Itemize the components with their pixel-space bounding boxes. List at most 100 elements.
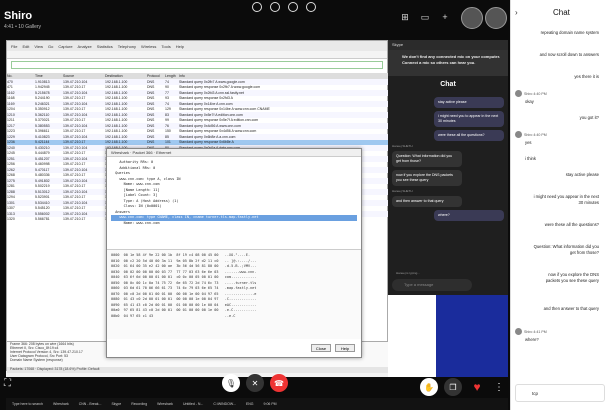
column-header[interactable]: No. (7, 74, 35, 78)
add-person-icon[interactable]: + (440, 12, 450, 22)
display-filter-input[interactable] (11, 61, 383, 69)
signal-icon[interactable] (306, 2, 316, 12)
menu-item-capture[interactable]: Capture (58, 44, 72, 49)
taskbar-item[interactable]: Type here to search (12, 402, 43, 406)
table-cell: 1281 (7, 184, 15, 189)
table-cell: 1313 (7, 211, 15, 216)
chat-message: repeating domain name system (540, 30, 599, 35)
menu-item-go[interactable]: Go (48, 44, 53, 49)
taskbar-item[interactable]: Wireshark (157, 402, 173, 406)
table-cell: 139.47.210.17 (63, 173, 86, 178)
table-cell: DNS (147, 101, 155, 106)
table-row[interactable]: 1204 5.350912 139.47.210.17 192.168.1.100 DN… (7, 107, 389, 113)
table-row[interactable]: 1223 5.396611 139.47.210.17 192.168.1.100 DN… (7, 129, 389, 135)
heart-icon[interactable]: ♥ (468, 378, 486, 396)
table-cell: 139.47.210.17 (63, 96, 86, 101)
packet-tree: Authority RRs: 0 Additional RRs: 0 Queri… (107, 157, 361, 249)
menu-item-file[interactable]: File (11, 44, 17, 49)
video-off-button[interactable]: ✕ (246, 374, 264, 392)
taskbar-item[interactable]: Recording (131, 402, 147, 406)
table-row[interactable]: 471 1.942945 139.47.210.17 192.168.1.100 DNS… (7, 85, 389, 91)
hex-line: 00b0 04 97 65 c1 43 ..e.C (111, 313, 236, 318)
table-row[interactable]: 1211 5.370021 139.47.210.17 192.168.1.100 DN… (7, 118, 389, 124)
table-row[interactable]: 1169 5.246321 139.47.210.104 192.168.1.100 D… (7, 101, 389, 107)
menu-item-wireless[interactable]: Wireless (141, 44, 156, 49)
table-cell: 1245 (7, 151, 15, 156)
taskbar-item[interactable]: 9:06 PM (264, 402, 277, 406)
column-header[interactable]: Info (179, 74, 389, 78)
taskbar-item[interactable]: ENG (246, 402, 254, 406)
table-cell: 1320 (7, 217, 15, 222)
table-cell: 5.545120 (35, 206, 50, 211)
menu-item-help[interactable]: Help (176, 44, 184, 49)
table-row[interactable]: 1229 5.410823 139.47.210.104 192.168.1.100 D… (7, 134, 389, 140)
record-icon[interactable] (270, 2, 280, 12)
column-header[interactable]: Time (35, 74, 63, 78)
column-header[interactable]: Length (165, 74, 179, 78)
message-sender: Shiro 4:41 PM (515, 328, 547, 335)
table-row[interactable]: 1217 5.380553 139.47.210.104 192.168.1.100 D… (7, 123, 389, 129)
table-cell: Standard query 0x6b8e A a.cnn.com (179, 134, 236, 139)
table-cell: 139.47.210.104 (63, 211, 88, 216)
table-cell: 192.168.1.100 (105, 129, 128, 134)
table-cell: 93 (165, 96, 169, 101)
copy-button[interactable]: ❐ (444, 378, 462, 396)
menu-item-edit[interactable]: Edit (22, 44, 29, 49)
taskbar-item[interactable]: C:\WINDOW... (213, 402, 236, 406)
table-cell: 192.168.1.100 (105, 85, 128, 90)
chat-icon[interactable]: ▭ (420, 12, 430, 22)
participant-avatar[interactable] (461, 7, 483, 29)
table-row[interactable]: 1210 5.362110 139.47.210.104 192.168.1.100 D… (7, 112, 389, 118)
packet-hex-dump: 0000 00 1e 58 4f 9e 22 00 1b 8f 19 c4 08… (107, 249, 361, 339)
table-cell: 5.491802 (35, 178, 50, 183)
close-chat-icon[interactable]: › (515, 8, 518, 17)
column-header[interactable]: Protocol (147, 74, 165, 78)
taskbar-item[interactable]: Skype (111, 402, 121, 406)
microphone-button[interactable]: 🎙 (222, 374, 240, 392)
table-cell: 1217 (7, 123, 15, 128)
table-row[interactable]: 1236 5.421144 139.47.210.17 192.168.1.100 DN… (7, 139, 389, 145)
menu-item-statistics[interactable]: Statistics (97, 44, 113, 49)
message-sender: Shiro 4:40 PM (515, 90, 547, 97)
table-cell: 90 (165, 85, 169, 90)
menu-item-telephony[interactable]: Telephony (118, 44, 136, 49)
table-cell: 139.47.210.17 (63, 206, 86, 211)
skype-message-input[interactable]: Type a message (392, 279, 472, 291)
table-cell: 192.168.1.100 (105, 112, 128, 117)
table-cell: 471 (7, 85, 13, 90)
table-cell: 139.47.210.104 (63, 101, 88, 106)
table-cell: 1168 (7, 96, 15, 101)
chat-input[interactable]: tcp (515, 384, 605, 402)
column-header[interactable]: Destination (105, 74, 147, 78)
table-row[interactable]: 470 1.910813 139.47.210.104 192.168.1.100 DN… (7, 79, 389, 85)
camera-icon[interactable] (288, 2, 298, 12)
table-cell: 5.244190 (35, 96, 50, 101)
menu-item-analyze[interactable]: Analyze (78, 44, 92, 49)
share-screen-button[interactable]: ✋ (420, 378, 438, 396)
menu-item-tools[interactable]: Tools (161, 44, 170, 49)
taskbar-item[interactable]: CNN - Break... (79, 402, 102, 406)
tree-line[interactable]: Name: www.cnn.com (111, 221, 357, 227)
table-row[interactable]: 1162 5.215678 139.47.210.104 192.168.1.100 D… (7, 90, 389, 96)
menu-item-view[interactable]: View (34, 44, 43, 49)
grid-icon[interactable]: ⊞ (400, 12, 410, 22)
skype-lower-panel (388, 295, 508, 377)
more-options-icon[interactable]: ⋮ (490, 378, 508, 396)
table-row[interactable]: 1168 5.244190 139.47.210.17 192.168.1.100 DN… (7, 96, 389, 102)
chat-title: Chat (553, 8, 570, 17)
table-cell: 139.47.210.104 (63, 123, 88, 128)
layout-icon[interactable] (252, 2, 262, 12)
taskbar-item[interactable]: Untitled - N... (183, 402, 203, 406)
help-button[interactable]: Help (335, 344, 355, 352)
table-cell: 1210 (7, 112, 15, 117)
taskbar-item[interactable]: Wireshark (53, 402, 69, 406)
end-call-button[interactable]: ☎ (270, 374, 288, 392)
detail-line[interactable]: Domain Name System (response) (7, 358, 389, 362)
table-cell: 1294 (7, 195, 15, 200)
column-header[interactable]: Source (63, 74, 105, 78)
table-cell: 192.168.1.100 (105, 96, 128, 101)
close-button[interactable]: Close (311, 344, 331, 352)
table-cell: 5.502219 (35, 184, 50, 189)
self-avatar[interactable] (485, 7, 507, 29)
fullscreen-icon[interactable]: ⛶ (4, 378, 11, 389)
